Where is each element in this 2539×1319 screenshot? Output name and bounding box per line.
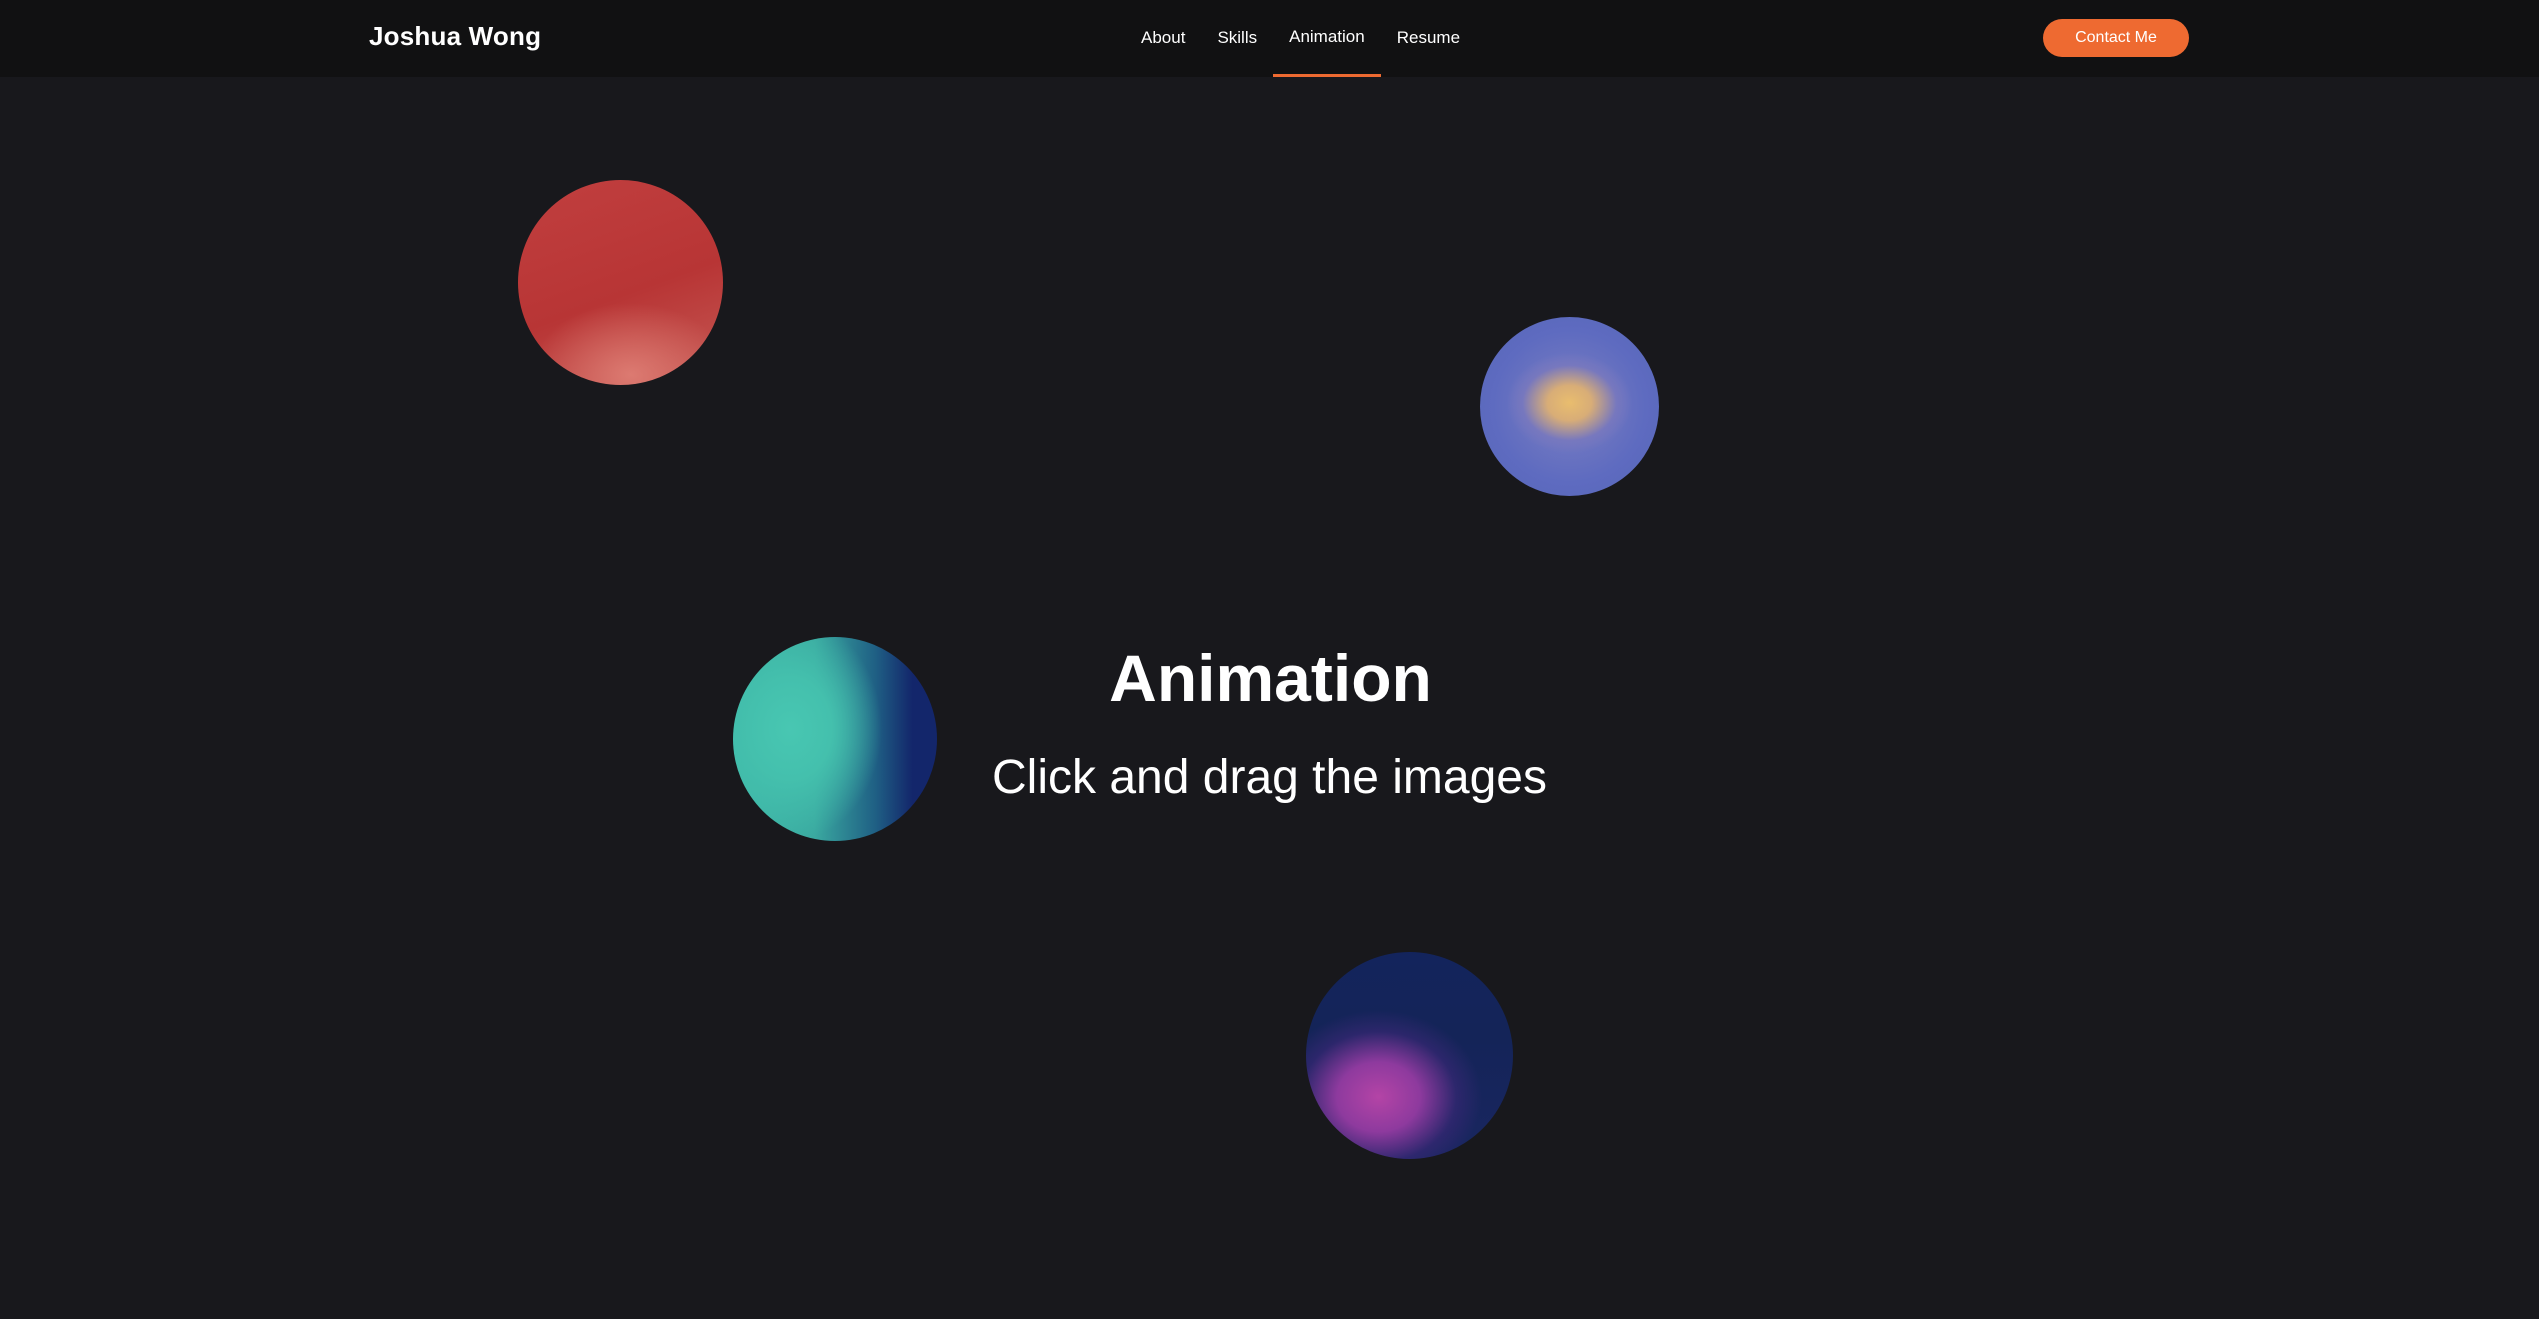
- top-navbar: Joshua Wong About Skills Animation Resum…: [0, 0, 2539, 77]
- nav-link-label: About: [1141, 27, 1186, 47]
- section-instructions: Click and drag the images: [992, 751, 1547, 804]
- nav-link-label: Resume: [1396, 27, 1461, 47]
- draggable-blue-gold-orb-image[interactable]: [1480, 317, 1659, 496]
- nav-link-skills[interactable]: Skills: [1201, 0, 1273, 77]
- main-nav: About Skills Animation Resume: [1125, 0, 1476, 77]
- draggable-red-orb-image[interactable]: [518, 180, 723, 385]
- contact-me-button[interactable]: Contact Me: [2043, 19, 2189, 57]
- draggable-magenta-navy-orb-image[interactable]: [1306, 952, 1513, 1159]
- nav-link-label: Animation: [1289, 26, 1365, 46]
- nav-link-label: Skills: [1217, 27, 1258, 47]
- brand-name[interactable]: Joshua Wong: [369, 21, 541, 52]
- nav-link-about[interactable]: About: [1125, 0, 1201, 77]
- section-title: Animation: [1109, 641, 1432, 715]
- nav-link-animation[interactable]: Animation: [1273, 0, 1381, 77]
- nav-link-resume[interactable]: Resume: [1381, 0, 1476, 77]
